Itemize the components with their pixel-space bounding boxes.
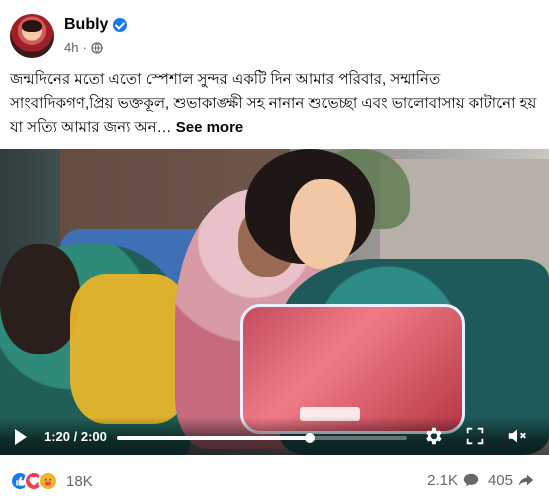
post-stats: 2.1K 405 [427,471,535,489]
video-frame [0,149,549,455]
post-caption: জন্মদিনের মতো এতো স্পেশাল সুন্দর একটি দি… [10,68,540,140]
globe-icon [91,41,103,54]
post-footer: 18K 2.1K 405 [0,467,549,497]
video-time: 1:20 / 2:00 [44,429,107,444]
facebook-post: Bubly 4h · জন্মদিনের মতো এতো স্পেশাল সুন… [0,0,549,502]
progress-fill [117,436,311,440]
author-name[interactable]: Bubly [64,16,108,34]
progress-knob[interactable] [305,433,316,443]
post-time[interactable]: 4h [64,40,78,55]
fullscreen-icon[interactable] [464,425,486,447]
play-icon[interactable] [15,429,27,445]
care-reaction-icon [38,471,58,491]
author-row: Bubly [64,16,128,34]
video-player[interactable]: 1:20 / 2:00 [0,149,549,455]
shares-stat[interactable]: 405 [488,471,535,489]
reactions-count[interactable]: 18K [66,473,93,490]
reactions[interactable]: 18K [10,471,93,491]
time-row: 4h · [64,40,127,55]
mute-icon[interactable] [506,425,528,447]
comment-icon [463,473,479,487]
post-meta: Bubly 4h · [64,16,128,55]
settings-icon[interactable] [422,425,444,447]
progress-track[interactable] [117,433,407,443]
video-controls: 1:20 / 2:00 [0,417,549,455]
see-more-link[interactable]: See more [176,119,244,136]
caption-text: জন্মদিনের মতো এতো স্পেশাল সুন্দর একটি দি… [10,71,537,136]
avatar[interactable] [10,14,54,58]
share-icon [518,474,534,486]
separator-dot: · [82,40,87,55]
comments-count[interactable]: 2.1K [427,472,458,489]
shares-count[interactable]: 405 [488,472,513,489]
post-header: Bubly 4h · [10,14,128,62]
comments-stat[interactable]: 2.1K [427,471,480,489]
verified-badge-icon [113,18,128,32]
